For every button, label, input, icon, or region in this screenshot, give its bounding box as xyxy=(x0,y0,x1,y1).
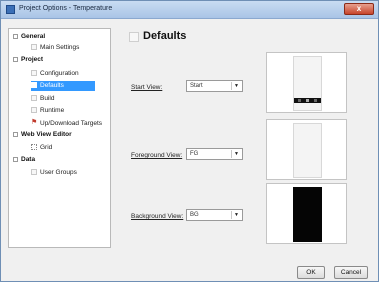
options-tree: General Main Settings Project Configurat… xyxy=(8,28,111,248)
tree-item-build[interactable]: Build xyxy=(31,94,109,104)
tree-item-up-download-targets[interactable]: ⚑ Up/Download Targets xyxy=(31,119,109,129)
background-view-preview xyxy=(266,183,347,244)
preview-screen xyxy=(293,56,322,111)
tree-item-general[interactable]: General xyxy=(13,32,109,42)
background-view-select[interactable]: BG ▼ xyxy=(186,209,243,221)
chevron-down-icon[interactable]: ▼ xyxy=(231,150,241,158)
title-bar[interactable]: Project Options - Temperature x xyxy=(1,1,378,19)
page-icon xyxy=(31,107,37,114)
window-title: Project Options - Temperature xyxy=(19,5,113,12)
background-view-value: BG xyxy=(190,212,199,218)
foreground-view-label: Foreground View: xyxy=(131,152,183,159)
background-view-label: Background View: xyxy=(131,213,184,220)
start-view-label: Start View: xyxy=(131,84,163,91)
cancel-button[interactable]: Cancel xyxy=(334,266,368,279)
targets-icon: ⚑ xyxy=(31,119,38,127)
tree-item-runtime[interactable]: Runtime xyxy=(31,106,109,116)
start-view-value: Start xyxy=(190,83,203,89)
collapse-icon[interactable] xyxy=(13,131,18,137)
close-button[interactable]: x xyxy=(344,3,374,15)
preview-screen-dark xyxy=(293,187,322,242)
chevron-down-icon[interactable]: ▼ xyxy=(231,82,241,90)
collapse-icon[interactable] xyxy=(13,156,18,162)
page-title: Defaults xyxy=(143,30,187,42)
page-icon xyxy=(31,82,37,89)
foreground-view-preview xyxy=(266,119,347,180)
defaults-page-icon xyxy=(129,32,139,42)
tree-item-project[interactable]: Project xyxy=(13,55,109,65)
collapse-icon[interactable] xyxy=(13,56,18,62)
preview-taskbar xyxy=(294,98,321,103)
tree-item-user-groups[interactable]: User Groups xyxy=(31,168,109,178)
tree-item-grid[interactable]: Grid xyxy=(31,143,109,153)
ok-button[interactable]: OK xyxy=(297,266,325,279)
defaults-panel: Defaults Start View: Start ▼ Foreground … xyxy=(121,28,355,248)
tree-item-configuration[interactable]: Configuration xyxy=(31,69,109,79)
foreground-view-value: FG xyxy=(190,151,199,157)
tree-item-data[interactable]: Data xyxy=(13,155,109,165)
foreground-view-select[interactable]: FG ▼ xyxy=(186,148,243,160)
collapse-icon[interactable] xyxy=(13,33,18,39)
tree-item-main-settings[interactable]: Main Settings xyxy=(31,43,109,53)
page-icon xyxy=(31,169,37,176)
start-view-preview xyxy=(266,52,347,113)
start-view-select[interactable]: Start ▼ xyxy=(186,80,243,92)
page-icon xyxy=(31,95,37,102)
chevron-down-icon[interactable]: ▼ xyxy=(231,211,241,219)
tree-item-web-view-editor[interactable]: Web View Editor xyxy=(13,130,109,140)
page-icon xyxy=(31,44,37,51)
grid-icon xyxy=(31,144,37,151)
app-icon xyxy=(6,5,15,14)
preview-screen xyxy=(293,123,322,178)
tree-item-defaults[interactable]: Defaults xyxy=(31,81,95,91)
page-icon xyxy=(31,70,37,77)
